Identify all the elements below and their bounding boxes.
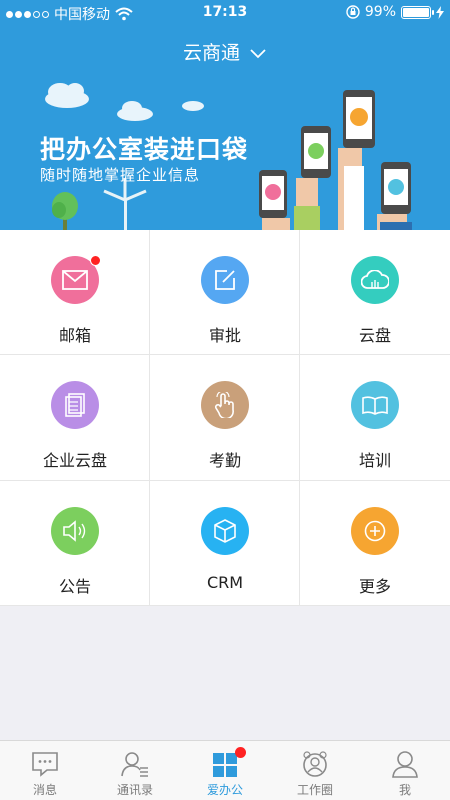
rotation-lock-icon [346,5,360,19]
app-label: 审批 [208,326,241,345]
app-approval[interactable]: 审批 [150,230,300,355]
speaker-icon [51,507,99,555]
message-icon [32,752,58,777]
app-label: 云盘 [358,326,391,345]
app-label: CRM [206,573,244,592]
app-attendance[interactable]: 考勤 [150,355,300,481]
bottom-tab-bar: 消息 通讯录 爱办公 工作圈 我 [0,740,450,800]
app-label: 邮箱 [58,326,91,345]
app-announcement[interactable]: 公告 [0,481,150,606]
battery-icon [401,5,434,19]
banner-subtitle: 随时随地掌握企业信息 [40,166,201,184]
tab-me[interactable]: 我 [360,741,450,800]
app-crm[interactable]: CRM [150,481,300,606]
tab-office[interactable]: 爱办公 [180,741,270,800]
app-label: 企业云盘 [42,451,107,470]
tab-label: 消息 [32,783,57,797]
app-mail[interactable]: 邮箱 [0,230,150,355]
edit-icon [201,256,249,304]
status-right: 99% [346,4,444,20]
banner-headline: 把办公室装进口袋 [40,135,249,164]
status-bar: 中国移动 17:13 99% [0,0,450,26]
battery-percent: 99% [364,4,396,20]
tab-label: 爱办公 [206,783,243,797]
app-enterprise-drive[interactable]: 企业云盘 [0,355,150,481]
cube-icon [201,507,249,555]
mail-icon [51,255,101,304]
app-grid: 邮箱 审批 云盘 企业云盘 考勤 培训 公告 CRM 更多 [0,230,450,606]
app-training[interactable]: 培训 [300,355,450,481]
circle-icon [303,751,327,777]
tab-label: 通讯录 [116,783,153,797]
tab-label: 工作圈 [296,783,333,797]
app-label: 培训 [358,451,391,470]
app-cloud-drive[interactable]: 云盘 [300,230,450,355]
promo-banner: 云商通 把办公室装进口袋 随时随地掌握企业信息 [0,26,450,230]
app-more[interactable]: 更多 [300,481,450,606]
cloud-icon [351,256,399,304]
app-label: 更多 [358,577,391,596]
app-label: 考勤 [208,451,241,470]
tab-messages[interactable]: 消息 [0,741,90,800]
hand-touch-icon [201,381,249,429]
tab-badge [235,747,246,758]
person-icon [392,751,418,778]
charging-icon [436,5,444,19]
contacts-icon [121,752,148,777]
book-icon [351,381,399,429]
tab-label: 我 [398,783,411,797]
tab-contacts[interactable]: 通讯录 [90,741,180,800]
plus-icon [351,507,399,555]
banner-illustration [45,83,412,230]
unread-badge [90,255,101,266]
document-icon [51,381,99,429]
app-label: 公告 [58,577,91,596]
tab-work-circle[interactable]: 工作圈 [270,741,360,800]
